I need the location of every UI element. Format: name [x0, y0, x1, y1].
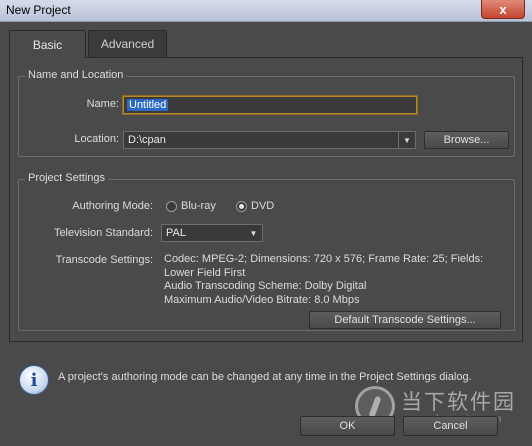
- ok-button[interactable]: OK: [300, 416, 395, 436]
- location-label: Location:: [74, 133, 119, 145]
- info-icon: i: [19, 365, 49, 395]
- info-message: A project's authoring mode can be change…: [58, 371, 472, 383]
- dvd-radio-label[interactable]: DVD: [251, 200, 274, 212]
- tab-advanced-label: Advanced: [100, 37, 155, 51]
- transcode-settings-label: Transcode Settings:: [55, 254, 153, 266]
- tab-basic-label: Basic: [32, 37, 63, 52]
- location-value: D:\cpan: [128, 134, 166, 146]
- project-settings-group: Project Settings Authoring Mode: Blu-ray…: [18, 172, 515, 331]
- project-settings-legend: Project Settings: [25, 172, 109, 184]
- chevron-down-icon: ▼: [249, 228, 258, 238]
- location-dropdown[interactable]: D:\cpan ▼: [123, 131, 416, 149]
- tab-panel: Name and Location Name: Untitled Locatio…: [9, 57, 523, 342]
- tv-standard-value: PAL: [166, 227, 186, 239]
- dvd-radio[interactable]: [236, 201, 247, 212]
- bluray-radio[interactable]: [166, 201, 177, 212]
- tv-standard-dropdown[interactable]: PAL ▼: [161, 224, 263, 242]
- watermark-text: 当下软件园: [401, 390, 516, 414]
- tv-standard-label: Television Standard:: [53, 227, 153, 239]
- name-field-value: Untitled: [127, 99, 169, 111]
- transcode-line: Audio Transcoding Scheme: Dolby Digital: [164, 280, 367, 292]
- close-button[interactable]: x: [481, 0, 525, 19]
- name-label: Name:: [86, 98, 119, 110]
- cancel-button[interactable]: Cancel: [403, 416, 498, 436]
- chevron-down-icon: ▼: [398, 132, 415, 148]
- default-transcode-button-label: Default Transcode Settings...: [334, 314, 476, 326]
- transcode-line: Lower Field First: [164, 266, 246, 279]
- tab-advanced[interactable]: Advanced: [88, 30, 167, 57]
- name-location-group: Name and Location Name: Untitled Locatio…: [18, 69, 515, 157]
- close-icon: x: [499, 1, 507, 17]
- ok-button-label: OK: [339, 420, 356, 432]
- window-title: New Project: [6, 3, 71, 17]
- browse-button-label: Browse...: [443, 134, 490, 146]
- title-bar: New Project x: [0, 0, 532, 22]
- name-field[interactable]: Untitled: [123, 96, 417, 114]
- authoring-mode-label: Authoring Mode:: [72, 200, 153, 212]
- bluray-radio-label[interactable]: Blu-ray: [181, 200, 216, 212]
- name-location-legend: Name and Location: [25, 69, 127, 81]
- dialog-body: Basic Advanced Name and Location Name: U…: [0, 22, 532, 446]
- tab-basic[interactable]: Basic: [9, 30, 86, 58]
- browse-button[interactable]: Browse...: [424, 131, 509, 149]
- default-transcode-button[interactable]: Default Transcode Settings...: [309, 311, 501, 329]
- transcode-line: Codec: MPEG-2; Dimensions: 720 x 576; Fr…: [164, 253, 484, 265]
- cancel-button-label: Cancel: [433, 420, 468, 432]
- transcode-details: Codec: MPEG-2; Dimensions: 720 x 576; Fr…: [164, 253, 509, 307]
- transcode-line: Maximum Audio/Video Bitrate: 8.0 Mbps: [164, 293, 360, 306]
